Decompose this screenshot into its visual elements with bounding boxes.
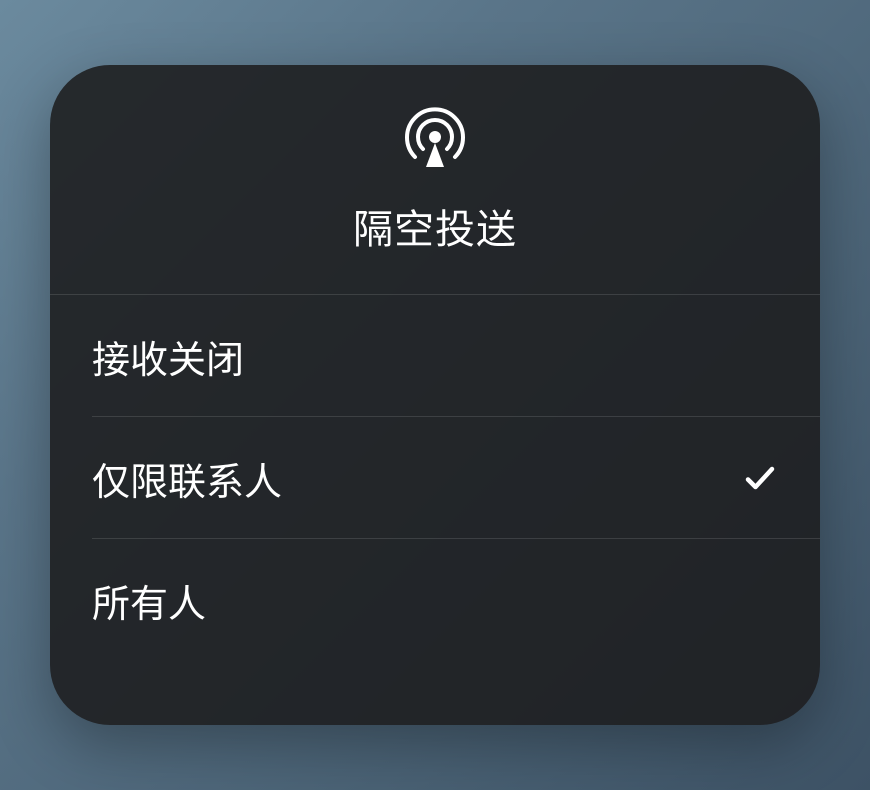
option-receiving-off[interactable]: 接收关闭: [50, 295, 820, 417]
option-label: 仅限联系人: [92, 451, 282, 506]
option-contacts-only[interactable]: 仅限联系人: [50, 417, 820, 539]
airdrop-header: 隔空投送: [50, 65, 820, 295]
option-everyone[interactable]: 所有人: [50, 539, 820, 661]
airdrop-panel: 隔空投送 接收关闭 仅限联系人 所有人: [50, 65, 820, 725]
airdrop-icon: [403, 105, 467, 169]
airdrop-title: 隔空投送: [353, 197, 517, 255]
airdrop-options-list: 接收关闭 仅限联系人 所有人: [50, 295, 820, 661]
option-label: 接收关闭: [92, 329, 244, 384]
check-icon: [742, 460, 778, 496]
option-label: 所有人: [92, 573, 206, 628]
